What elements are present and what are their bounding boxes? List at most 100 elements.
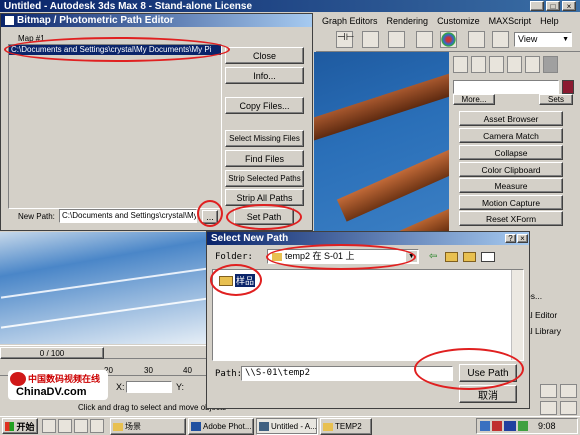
path-field[interactable]: \\S-01\temp2 [241, 366, 453, 381]
layers-icon[interactable] [388, 31, 405, 48]
help-button[interactable]: ? [505, 234, 516, 243]
create-tab-icon[interactable] [453, 56, 468, 73]
object-name-field[interactable] [453, 80, 559, 94]
path-list[interactable]: C:\Documents and Settings\crystal\My Doc… [8, 44, 222, 209]
menu-maxscript[interactable]: MAXScript [489, 16, 532, 26]
render-scene-icon[interactable] [468, 31, 485, 48]
menu-customize[interactable]: Customize [437, 16, 480, 26]
status-text: Click and drag to select and move object… [78, 403, 227, 412]
partial-editor-label: al Editor [526, 310, 558, 320]
new-path-field[interactable]: C:\Documents and Settings\crystal\My [59, 209, 197, 223]
tray-icon[interactable] [480, 421, 490, 431]
motion-capture-button[interactable]: Motion Capture [459, 195, 563, 210]
taskbar-item-photoshop[interactable]: Adobe Phot... [188, 418, 254, 435]
panel-tabs [453, 56, 577, 76]
up-folder-icon[interactable] [445, 252, 458, 262]
viewport-perspective[interactable] [314, 52, 449, 234]
strip-selected-paths-button[interactable]: Strip Selected Paths [225, 170, 304, 187]
viewport-nav-controls [540, 384, 580, 416]
quick-launch-icon[interactable] [58, 419, 72, 433]
minimize-button[interactable]: _ [530, 1, 544, 11]
menu-bar: Graph Editors Rendering Customize MAXScr… [322, 14, 580, 27]
folder-item-label: 样品 [235, 274, 256, 287]
folder-icon [219, 275, 233, 286]
close-window-button[interactable]: × [562, 1, 576, 11]
chevron-down-icon[interactable]: ▼ [406, 251, 417, 262]
asset-browser-button[interactable]: Asset Browser [459, 111, 563, 126]
language-icon[interactable] [504, 421, 516, 431]
folder-icon [323, 422, 333, 431]
new-folder-icon[interactable] [463, 252, 476, 262]
start-button[interactable]: 开始 [2, 418, 38, 434]
collapse-button[interactable]: Collapse [459, 145, 563, 160]
path-list-item[interactable]: C:\Documents and Settings\crystal\My Doc… [9, 45, 221, 55]
orbit-icon[interactable] [540, 401, 557, 415]
view-dropdown[interactable]: View ▼ [514, 32, 572, 47]
measure-button[interactable]: Measure [459, 178, 563, 193]
zoom-icon[interactable] [540, 384, 557, 398]
map-label: Map #1 [18, 34, 45, 43]
folder-label: Folder: [215, 252, 253, 262]
time-slider[interactable]: 0 / 100 [0, 345, 208, 359]
utilities-tab-icon[interactable] [543, 56, 558, 73]
hierarchy-tab-icon[interactable] [489, 56, 504, 73]
tray-icon[interactable] [492, 421, 502, 431]
vertical-scrollbar[interactable] [511, 270, 523, 360]
align-icon[interactable] [362, 31, 379, 48]
strip-all-paths-button[interactable]: Strip All Paths [225, 189, 304, 206]
folder-dropdown[interactable]: temp2 在 S-01 上 ▼ [267, 249, 419, 264]
use-path-button[interactable]: Use Path [459, 364, 517, 382]
back-icon[interactable]: ⇦ [429, 251, 437, 262]
motion-tab-icon[interactable] [507, 56, 522, 73]
clock: 9:08 [538, 421, 556, 431]
select-missing-files-button[interactable]: Select Missing Files [225, 130, 304, 147]
set-path-button[interactable]: Set Path [234, 208, 294, 225]
modify-tab-icon[interactable] [471, 56, 486, 73]
taskbar-item-temp2[interactable]: TEMP2 [320, 418, 372, 435]
folder-item[interactable]: 样品 [219, 274, 256, 287]
browse-button[interactable]: ... [202, 210, 218, 224]
close-dialog-button[interactable]: × [517, 234, 528, 243]
taskbar-item-scene[interactable]: 场景 [110, 418, 186, 435]
schematic-icon[interactable] [416, 31, 433, 48]
copy-files-button[interactable]: Copy Files... [225, 97, 304, 114]
mirror-icon[interactable]: ⊣⊢ [336, 31, 354, 48]
quick-launch-icon[interactable] [42, 419, 56, 433]
quick-launch-icon[interactable] [90, 419, 104, 433]
close-button[interactable]: Close [225, 47, 304, 64]
menu-rendering[interactable]: Rendering [387, 16, 429, 26]
chinadv-logo: 中国数码视频在线 ChinaDV.com [8, 370, 108, 400]
taskbar-item-label: TEMP2 [335, 422, 362, 431]
color-clipboard-button[interactable]: Color Clipboard [459, 162, 563, 177]
quick-render-icon[interactable] [492, 31, 509, 48]
find-files-button[interactable]: Find Files [225, 150, 304, 167]
viewport-bottom-left[interactable] [0, 232, 208, 344]
tray-icon[interactable] [518, 421, 528, 431]
color-swatch[interactable] [562, 80, 574, 94]
maximize-viewport-icon[interactable] [560, 401, 577, 415]
pan-icon[interactable] [560, 384, 577, 398]
quick-launch-icon[interactable] [74, 419, 88, 433]
time-slider-thumb[interactable]: 0 / 100 [0, 347, 104, 359]
maximize-button[interactable]: □ [546, 1, 560, 11]
taskbar-item-label: Untitled - A... [271, 422, 317, 431]
material-editor-icon[interactable] [440, 31, 457, 48]
folder-icon [113, 422, 123, 431]
menu-graph-editors[interactable]: Graph Editors [322, 16, 378, 26]
display-tab-icon[interactable] [525, 56, 540, 73]
path-label: Path: [215, 369, 243, 379]
ruler-tick-label: 40 [183, 366, 192, 375]
view-menu-icon[interactable] [481, 252, 495, 262]
reset-xform-button[interactable]: Reset XForm [459, 211, 563, 226]
sets-button[interactable]: Sets [539, 94, 573, 105]
menu-help[interactable]: Help [540, 16, 559, 26]
cancel-button[interactable]: 取消 [459, 385, 517, 403]
folder-list[interactable]: 样品 [212, 269, 524, 361]
coord-y-label: Y: [176, 382, 185, 392]
coord-x-field[interactable] [126, 381, 172, 393]
path-editor-dialog: Bitmap / Photometric Path Editor Map #1 … [0, 13, 313, 231]
taskbar-item-3dsmax[interactable]: Untitled - A... [256, 418, 318, 435]
info-button[interactable]: Info... [225, 67, 304, 84]
more-button[interactable]: More... [453, 94, 495, 105]
camera-match-button[interactable]: Camera Match [459, 128, 563, 143]
